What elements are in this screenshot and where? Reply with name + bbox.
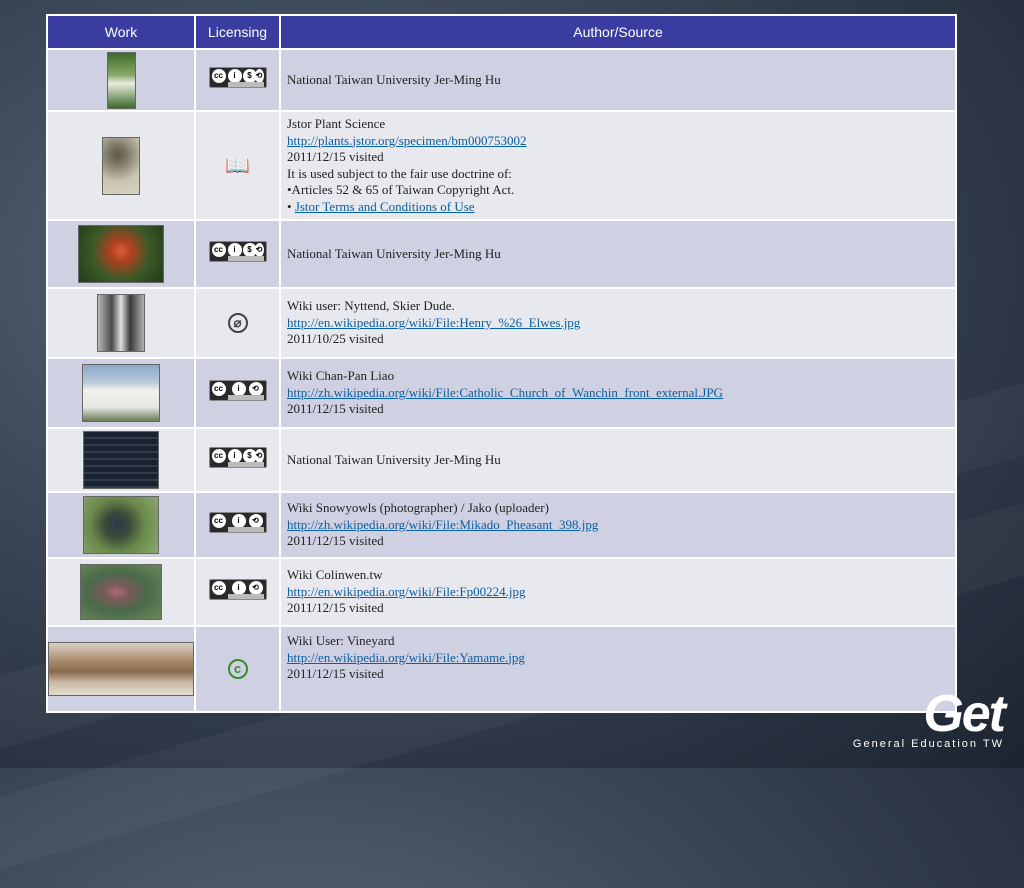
jstor-terms-link[interactable]: Jstor Terms and Conditions of Use xyxy=(295,199,475,214)
work-thumbnail-cell xyxy=(46,357,196,429)
table-row: cc i $ ⟲ National Taiwan University Jer-Min… xyxy=(46,219,957,289)
author-source-cell: Wiki Colinwen.tw http://en.wikipedia.org… xyxy=(279,557,957,627)
work-thumbnail-cell xyxy=(46,110,196,221)
author-source-cell: Wiki Chan-Pan Liao http://zh.wikipedia.o… xyxy=(279,357,957,429)
fair-use-note: It is used subject to the fair use doctr… xyxy=(287,165,512,181)
church-photo-thumbnail xyxy=(82,364,160,422)
author-source-cell: National Taiwan University Jer-Ming Hu xyxy=(279,427,957,493)
logo-subtitle: General Education TW xyxy=(852,738,1004,750)
pheasant-photo-thumbnail xyxy=(83,496,159,554)
work-thumbnail-cell xyxy=(46,491,196,559)
author-source-cell: Jstor Plant Science http://plants.jstor.… xyxy=(279,110,957,221)
table-row: cc i ⟲ Wiki Snowyowls (photographer) / Jak… xyxy=(46,491,957,559)
license-cell: cc i ⟲ xyxy=(194,491,281,559)
table-row: cc i $ ⟲ National Taiwan University Jer-Min… xyxy=(46,427,957,493)
work-thumbnail-cell xyxy=(46,557,196,627)
author-source-cell: National Taiwan University Jer-Ming Hu xyxy=(279,219,957,289)
visited-date: 2011/12/15 visited xyxy=(287,600,384,616)
table-row: cc i ⟲ Wiki Chan-Pan Liao http://zh.wikipe… xyxy=(46,357,957,429)
bullet: • xyxy=(287,198,292,214)
cc-by-nc-sa-icon: cc i $ ⟲ xyxy=(208,241,267,262)
license-cell: cc i ⟲ xyxy=(194,557,281,627)
author-line: Wiki Colinwen.tw xyxy=(287,567,383,583)
herbarium-specimen-thumbnail xyxy=(102,136,140,195)
trout-photo-thumbnail xyxy=(48,642,194,696)
license-cell: ⌀ xyxy=(194,287,281,359)
visited-date: 2011/12/15 visited xyxy=(287,533,384,549)
table-row: 📖 Jstor Plant Science http://plants.jsto… xyxy=(46,110,957,221)
copyright-act-line: •Articles 52 & 65 of Taiwan Copyright Ac… xyxy=(287,182,515,197)
header-licensing: Licensing xyxy=(194,14,281,50)
work-thumbnail-cell xyxy=(46,219,196,289)
author-line: National Taiwan University Jer-Ming Hu xyxy=(287,71,501,87)
license-cell: cc i $ ⟲ xyxy=(194,219,281,289)
table-row: cc i ⟲ Wiki Colinwen.tw http://en.wikipedi… xyxy=(46,557,957,627)
author-line: Wiki User: Vineyard xyxy=(287,633,395,648)
source-link[interactable]: http://zh.wikipedia.org/wiki/File:Mikado… xyxy=(287,517,598,532)
author-line: National Taiwan University Jer-Ming Hu xyxy=(287,451,501,467)
author-line: Wiki user: Nyttend, Skier Dude. xyxy=(287,298,455,314)
author-source-cell: National Taiwan University Jer-Ming Hu xyxy=(279,48,957,112)
cc-by-nc-sa-icon: cc i $ ⟲ xyxy=(208,67,267,88)
public-domain-icon: ⌀ xyxy=(227,313,248,333)
fish-photo-thumbnail xyxy=(80,564,162,620)
cc-by-sa-icon: cc i ⟲ xyxy=(208,512,267,533)
header-author-source: Author/Source xyxy=(279,14,957,50)
license-cell: cc i $ ⟲ xyxy=(194,48,281,112)
source-link[interactable]: http://en.wikipedia.org/wiki/File:Henry_… xyxy=(287,315,580,330)
author-source-cell: Wiki Snowyowls (photographer) / Jako (up… xyxy=(279,491,957,559)
table-row: ⌀ Wiki user: Nyttend, Skier Dude. http:/… xyxy=(46,287,957,359)
author-line: National Taiwan University Jer-Ming Hu xyxy=(287,245,501,261)
work-thumbnail-cell xyxy=(46,625,196,713)
cc-by-sa-icon: cc i ⟲ xyxy=(208,380,267,401)
source-link[interactable]: http://en.wikipedia.org/wiki/File:Fp0022… xyxy=(287,584,525,599)
table-row: cc i $ ⟲ National Taiwan University Jer-Min… xyxy=(46,48,957,112)
license-cell: c xyxy=(194,625,281,713)
work-thumbnail-cell xyxy=(46,48,196,112)
portrait-photo-thumbnail xyxy=(97,294,145,352)
license-cell: cc i ⟲ xyxy=(194,357,281,429)
flower-thumbnail xyxy=(78,225,164,283)
source-link[interactable]: http://en.wikipedia.org/wiki/File:Yamame… xyxy=(287,650,525,665)
fair-use-icon: 📖 xyxy=(225,155,250,177)
cc-by-nc-sa-icon: cc i $ ⟲ xyxy=(208,447,267,468)
visited-date: 2011/12/15 visited xyxy=(287,401,384,417)
header-work: Work xyxy=(46,14,196,50)
visited-date: 2011/12/15 visited xyxy=(287,666,384,681)
copyright-icon: c xyxy=(227,659,248,679)
table-header-row: Work Licensing Author/Source xyxy=(46,14,957,50)
work-thumbnail-cell xyxy=(46,427,196,493)
author-line: Wiki Chan-Pan Liao xyxy=(287,368,395,384)
credits-table-container: Work Licensing Author/Source cc i $ ⟲ Natio… xyxy=(46,14,957,713)
plant-thumbnail xyxy=(106,51,136,109)
work-thumbnail-cell xyxy=(46,287,196,359)
license-cell: cc i $ ⟲ xyxy=(194,427,281,493)
author-source-cell: Wiki user: Nyttend, Skier Dude. http://e… xyxy=(279,287,957,359)
cc-by-sa-icon: cc i ⟲ xyxy=(208,579,267,600)
source-link[interactable]: http://zh.wikipedia.org/wiki/File:Cathol… xyxy=(287,385,723,400)
logo-mark: Get xyxy=(923,685,1006,743)
visited-date: 2011/12/15 visited xyxy=(287,149,384,164)
license-cell: 📖 xyxy=(194,110,281,221)
source-link[interactable]: http://plants.jstor.org/specimen/bm00075… xyxy=(287,133,527,148)
table-row: c Wiki User: Vineyard http://en.wikipedi… xyxy=(46,625,957,713)
author-line: Jstor Plant Science xyxy=(287,116,386,131)
get-logo: Get General Education TW xyxy=(852,685,1006,750)
author-line: Wiki Snowyowls (photographer) / Jako (up… xyxy=(287,500,549,516)
visited-date: 2011/10/25 visited xyxy=(287,331,384,347)
credits-table: Work Licensing Author/Source cc i $ ⟲ Natio… xyxy=(46,14,957,713)
dark-slide-thumbnail xyxy=(83,431,159,489)
